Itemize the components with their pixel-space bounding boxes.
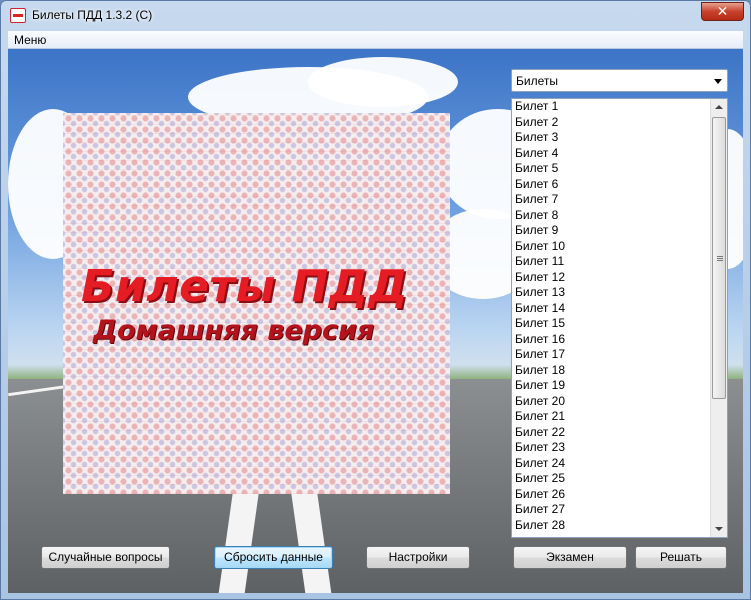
list-item[interactable]: Билет 1 [512, 99, 710, 115]
ticket-list-items: Билет 1 Билет 2 Билет 3 Билет 4 Билет 5 Билет… [512, 99, 710, 533]
list-item[interactable]: Билет 12 [512, 270, 710, 286]
logo-subtitle: Домашняя версия [93, 315, 375, 346]
list-item[interactable]: Билет 15 [512, 316, 710, 332]
close-button[interactable]: ✕ [701, 2, 744, 21]
list-item[interactable]: Билет 2 [512, 115, 710, 131]
menu-item-main[interactable]: Меню [14, 33, 46, 47]
list-item[interactable]: Билет 11 [512, 254, 710, 270]
list-item[interactable]: Билет 25 [512, 471, 710, 487]
ticket-list[interactable]: Билет 1 Билет 2 Билет 3 Билет 4 Билет 5 Билет… [511, 98, 728, 538]
solve-button[interactable]: Решать [635, 546, 727, 569]
main-window: Билеты ПДД 1.3.2 (C) ✕ Меню Билеты ПДД Д… [0, 0, 751, 600]
menu-bar: Меню [8, 31, 743, 49]
scroll-thumb[interactable] [712, 117, 726, 399]
list-item[interactable]: Билет 23 [512, 440, 710, 456]
window-title: Билеты ПДД 1.3.2 (C) [32, 8, 153, 22]
list-item[interactable]: Билет 16 [512, 332, 710, 348]
random-questions-button[interactable]: Случайные вопросы [41, 546, 170, 569]
list-item[interactable]: Билет 22 [512, 425, 710, 441]
exam-button[interactable]: Экзамен [513, 546, 627, 569]
client-area: Билеты ПДД Домашняя версия Билеты Билет … [8, 49, 743, 593]
list-item[interactable]: Билет 4 [512, 146, 710, 162]
ticket-list-scrollbar[interactable] [710, 99, 727, 537]
list-item[interactable]: Билет 6 [512, 177, 710, 193]
list-item[interactable]: Билет 10 [512, 239, 710, 255]
scroll-down-icon[interactable] [715, 527, 723, 531]
list-item[interactable]: Билет 21 [512, 409, 710, 425]
list-item[interactable]: Билет 24 [512, 456, 710, 472]
grip-icon [717, 256, 723, 261]
list-item[interactable]: Билет 14 [512, 301, 710, 317]
reset-data-button[interactable]: Сбросить данные [214, 546, 333, 569]
logo-title: Билеты ПДД [81, 261, 409, 312]
app-logo: Билеты ПДД Домашняя версия [63, 113, 450, 494]
list-item[interactable]: Билет 7 [512, 192, 710, 208]
app-icon [10, 8, 26, 23]
ticket-category-select[interactable]: Билеты [511, 69, 728, 92]
chevron-down-icon[interactable] [714, 79, 722, 84]
list-item[interactable]: Билет 18 [512, 363, 710, 379]
list-item[interactable]: Билет 3 [512, 130, 710, 146]
list-item[interactable]: Билет 8 [512, 208, 710, 224]
list-item[interactable]: Билет 27 [512, 502, 710, 518]
list-item[interactable]: Билет 9 [512, 223, 710, 239]
list-item[interactable]: Билет 26 [512, 487, 710, 503]
settings-button[interactable]: Настройки [366, 546, 470, 569]
scroll-up-icon[interactable] [715, 105, 723, 109]
title-bar[interactable]: Билеты ПДД 1.3.2 (C) ✕ [1, 1, 750, 30]
list-item[interactable]: Билет 28 [512, 518, 710, 534]
list-item[interactable]: Билет 20 [512, 394, 710, 410]
list-item[interactable]: Билет 5 [512, 161, 710, 177]
list-item[interactable]: Билет 13 [512, 285, 710, 301]
background-cloud [308, 57, 458, 107]
list-item[interactable]: Билет 19 [512, 378, 710, 394]
list-item[interactable]: Билет 17 [512, 347, 710, 363]
ticket-category-value: Билеты [516, 74, 558, 88]
